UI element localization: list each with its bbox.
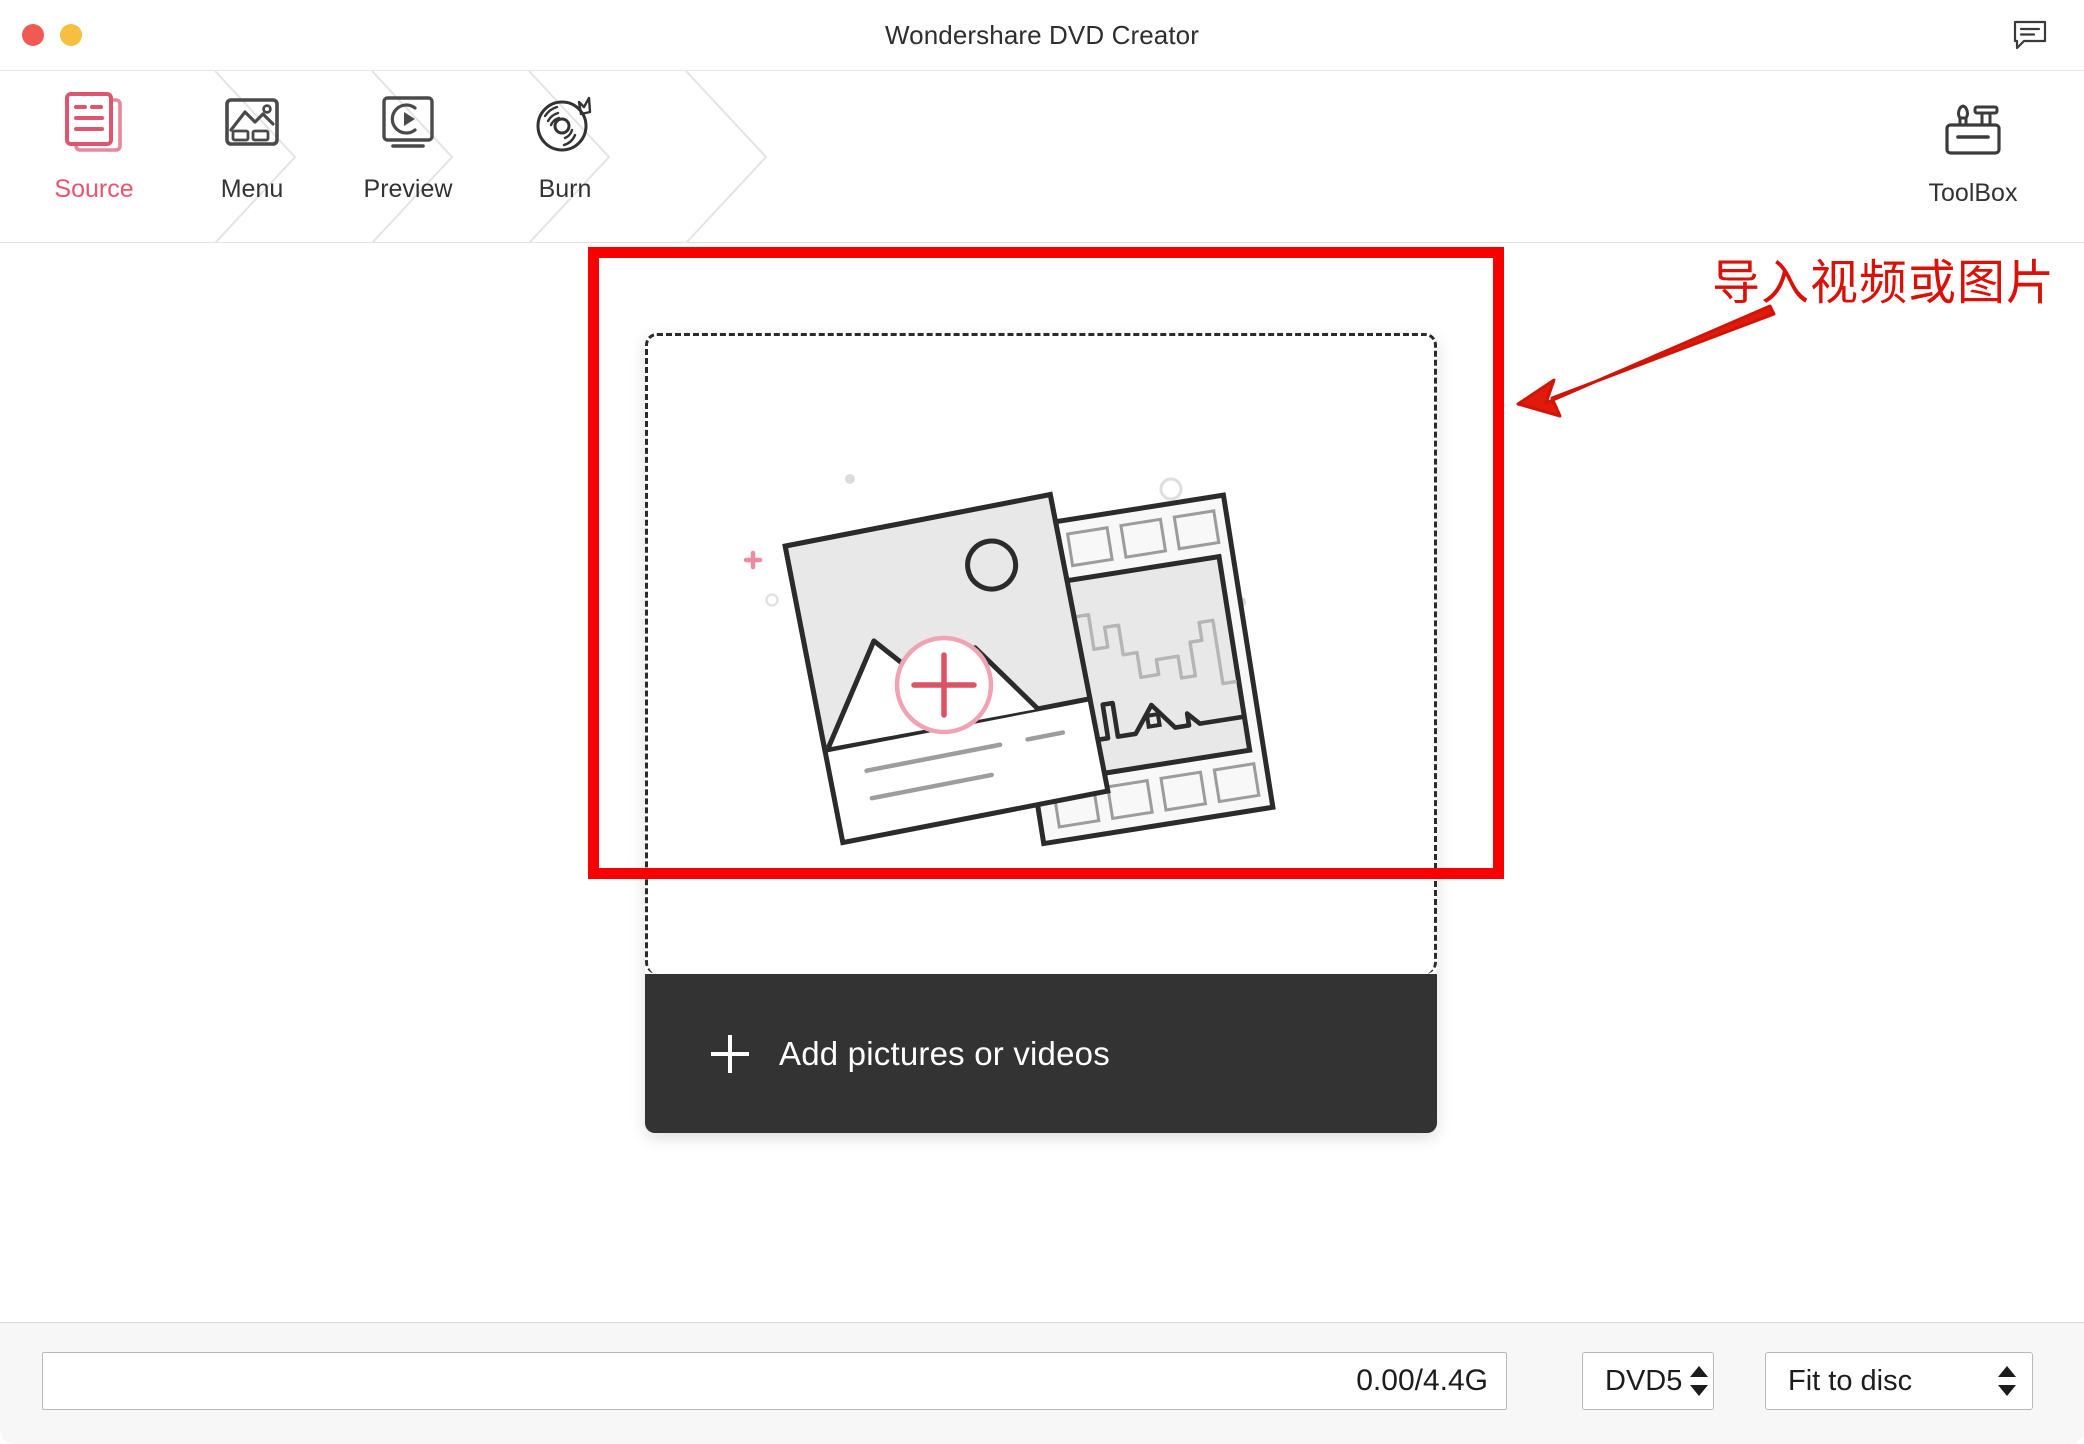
disc-flame-icon	[531, 87, 599, 161]
tab-preview-label: Preview	[363, 175, 453, 203]
import-card: Add pictures or videos	[645, 333, 1437, 1133]
disc-type-select[interactable]: DVD5	[1582, 1352, 1714, 1410]
stepper-arrows-icon[interactable]	[1990, 1352, 2024, 1410]
title-bar: Wondershare DVD Creator	[0, 0, 2084, 70]
disc-type-value: DVD5	[1605, 1364, 1683, 1397]
stepper-arrows-icon[interactable]	[1682, 1352, 1716, 1410]
status-bar: 0.00/4.4G DVD5 Fit to disc	[0, 1322, 2084, 1444]
feedback-icon[interactable]	[2012, 19, 2048, 51]
toolbox-button[interactable]: ToolBox	[1898, 85, 2048, 231]
toolbox-icon	[1937, 91, 2009, 165]
tab-burn-label: Burn	[538, 175, 592, 203]
add-circle-plus-icon	[894, 635, 994, 735]
dropzone[interactable]	[645, 333, 1437, 974]
add-bar-label: Add pictures or videos	[779, 1034, 1110, 1072]
fit-mode-select[interactable]: Fit to disc	[1765, 1352, 2033, 1410]
tab-burn[interactable]: Burn	[460, 83, 670, 231]
plus-icon	[711, 1034, 749, 1073]
annotation-text: 导入视频或图片	[1712, 257, 2056, 310]
image-menu-icon	[219, 87, 285, 161]
toolbox-label: ToolBox	[1928, 179, 2018, 207]
documents-icon	[61, 87, 127, 161]
tab-source-label: Source	[54, 175, 134, 203]
play-monitor-icon	[375, 87, 441, 161]
tab-menu-label: Menu	[220, 175, 284, 203]
add-pictures-or-videos-button[interactable]: Add pictures or videos	[645, 974, 1437, 1133]
application-window: Wondershare DVD Creator Source Menu Prev…	[0, 0, 2084, 1444]
step-toolbar: Source Menu Preview Burn ToolBox	[0, 70, 2084, 243]
disc-capacity-field[interactable]: 0.00/4.4G	[42, 1352, 1507, 1410]
window-title: Wondershare DVD Creator	[885, 20, 1199, 50]
fit-mode-value: Fit to disc	[1788, 1364, 1913, 1397]
photos-and-filmstrip-illustration	[743, 474, 1276, 847]
workspace: Add pictures or videos 导入视频或图片	[0, 243, 2084, 1315]
disc-capacity-value: 0.00/4.4G	[1356, 1364, 1488, 1397]
annotation-arrow-icon	[1516, 304, 1776, 418]
